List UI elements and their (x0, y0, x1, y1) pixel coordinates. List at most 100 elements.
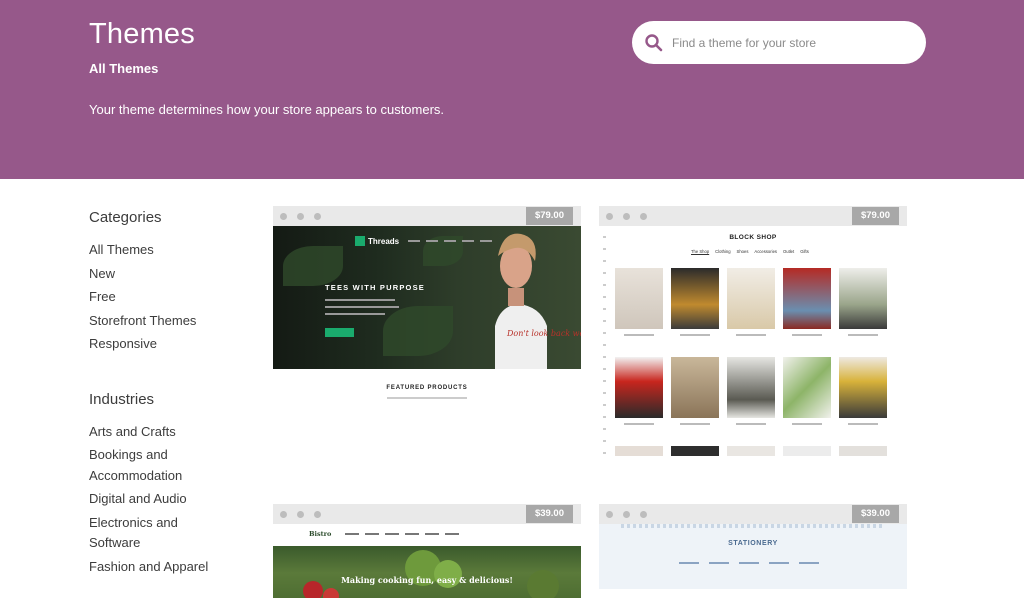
search-input[interactable]: Find a theme for your store (632, 21, 926, 64)
leaf-decoration (283, 246, 343, 286)
theme-card-bistro[interactable]: $39.00 Bistro Making cooking fun, easy &… (273, 504, 581, 598)
product-caption (792, 423, 822, 425)
search-placeholder: Find a theme for your store (672, 35, 817, 50)
preview-nav-links (345, 533, 459, 535)
browser-bar: $39.00 (273, 504, 581, 524)
theme-card-stationery[interactable]: $39.00 STATIONERY (599, 504, 907, 598)
product-image (727, 357, 775, 418)
nav-item: Shoes (736, 249, 749, 254)
preview-hero: Threads TEES WITH PURPOSE Don't look bac… (273, 226, 581, 369)
product-caption (736, 334, 766, 336)
window-dot-icon (297, 213, 304, 220)
category-free[interactable]: Free (89, 287, 259, 308)
product-caption (792, 334, 822, 336)
category-new[interactable]: New (89, 264, 259, 285)
nav-item: Gifts (800, 249, 809, 254)
industry-electronics[interactable]: Electronics and Software (89, 513, 259, 554)
threads-logo: Threads (355, 236, 399, 246)
product-image (727, 446, 775, 456)
model-photo: Don't look back we're not going that way (495, 233, 581, 369)
page-title: Themes (89, 18, 195, 50)
price-badge: $39.00 (851, 505, 899, 523)
theme-card-block-shop[interactable]: $79.00 BLOCK SHOP The Shop Clothing Shoe… (599, 206, 907, 456)
product-image (615, 268, 663, 329)
page-subtitle: All Themes (89, 61, 159, 76)
nav-item: The Shop (691, 249, 710, 254)
preview-shop-button (325, 328, 354, 337)
industry-digital-and-audio[interactable]: Digital and Audio (89, 489, 259, 510)
product-image (727, 268, 775, 329)
threads-logo-text: Threads (368, 236, 400, 246)
featured-subline (387, 397, 467, 399)
categories-heading: Categories (89, 209, 162, 226)
product-image (615, 446, 663, 456)
theme-card-threads[interactable]: $79.00 Threads TEES WITH PURPOSE Don't l… (273, 206, 581, 456)
price-badge: $79.00 (525, 207, 573, 225)
category-responsive[interactable]: Responsive (89, 334, 259, 355)
product-grid (615, 268, 887, 456)
product-image (839, 357, 887, 418)
product-image (671, 268, 719, 329)
product-caption (736, 423, 766, 425)
browser-bar: $79.00 (599, 206, 907, 226)
leaf-decoration (383, 306, 453, 356)
industry-bookings-line1: Bookings and (89, 447, 168, 462)
preview-hero: STATIONERY (599, 524, 907, 589)
category-all-themes[interactable]: All Themes (89, 240, 259, 261)
theme-preview: Bistro Making cooking fun, easy & delici… (273, 524, 581, 598)
industry-bookings-line2: Accommodation (89, 467, 183, 483)
window-dot-icon (606, 511, 613, 518)
product-image (783, 446, 831, 456)
page-description: Your theme determines how your store app… (89, 102, 445, 117)
preview-side-rail (603, 236, 606, 456)
product-image (783, 357, 831, 418)
preview-nav: The Shop Clothing Shoes Accessories Outl… (691, 249, 809, 254)
product-caption (680, 423, 710, 425)
page-header: Themes All Themes Your theme determines … (0, 0, 1024, 179)
window-dot-icon (606, 213, 613, 220)
window-dot-icon (297, 511, 304, 518)
text-line (325, 299, 395, 301)
decorative-strip (621, 524, 885, 528)
price-badge: $39.00 (525, 505, 573, 523)
window-dot-icon (640, 213, 647, 220)
product-caption (624, 423, 654, 425)
product-image (615, 357, 663, 418)
product-caption (848, 334, 878, 336)
industry-fashion-and-apparel[interactable]: Fashion and Apparel (89, 557, 259, 578)
industries-heading: Industries (89, 390, 155, 408)
theme-preview: STATIONERY (599, 524, 907, 589)
product-image (671, 446, 719, 456)
product-caption (624, 334, 654, 336)
window-dot-icon (280, 511, 287, 518)
category-storefront-themes[interactable]: Storefront Themes (89, 311, 259, 332)
block-shop-title: BLOCK SHOP (729, 234, 777, 241)
window-dot-icon (623, 213, 630, 220)
window-dot-icon (640, 511, 647, 518)
product-caption (848, 423, 878, 425)
preview-tagline: TEES WITH PURPOSE (325, 283, 425, 292)
nav-item: Accessories (754, 249, 777, 254)
theme-preview: BLOCK SHOP The Shop Clothing Shoes Acces… (599, 226, 907, 456)
browser-bar: $39.00 (599, 504, 907, 524)
industry-electronics-line1: Electronics and (89, 514, 178, 530)
preview-nav: Bistro (273, 524, 581, 546)
industry-arts-and-crafts[interactable]: Arts and Crafts (89, 422, 259, 443)
featured-heading: FEATURED PRODUCTS (386, 385, 468, 391)
window-dot-icon (280, 213, 287, 220)
product-image (671, 357, 719, 418)
shirt-print: Don't look back we're not going that way (506, 329, 581, 338)
nav-item: Clothing (715, 249, 731, 254)
window-dot-icon (314, 213, 321, 220)
product-image (839, 268, 887, 329)
industry-bookings[interactable]: Bookings and Accommodation (89, 445, 259, 486)
product-image (839, 446, 887, 456)
vegetables-photo (303, 550, 559, 598)
theme-preview: Threads TEES WITH PURPOSE Don't look bac… (273, 226, 581, 399)
product-image (783, 268, 831, 329)
industry-electronics-line2: Software (89, 535, 141, 550)
bistro-logo: Bistro (309, 530, 332, 538)
price-badge: $79.00 (851, 207, 899, 225)
browser-bar: $79.00 (273, 206, 581, 226)
search-icon (644, 33, 664, 53)
